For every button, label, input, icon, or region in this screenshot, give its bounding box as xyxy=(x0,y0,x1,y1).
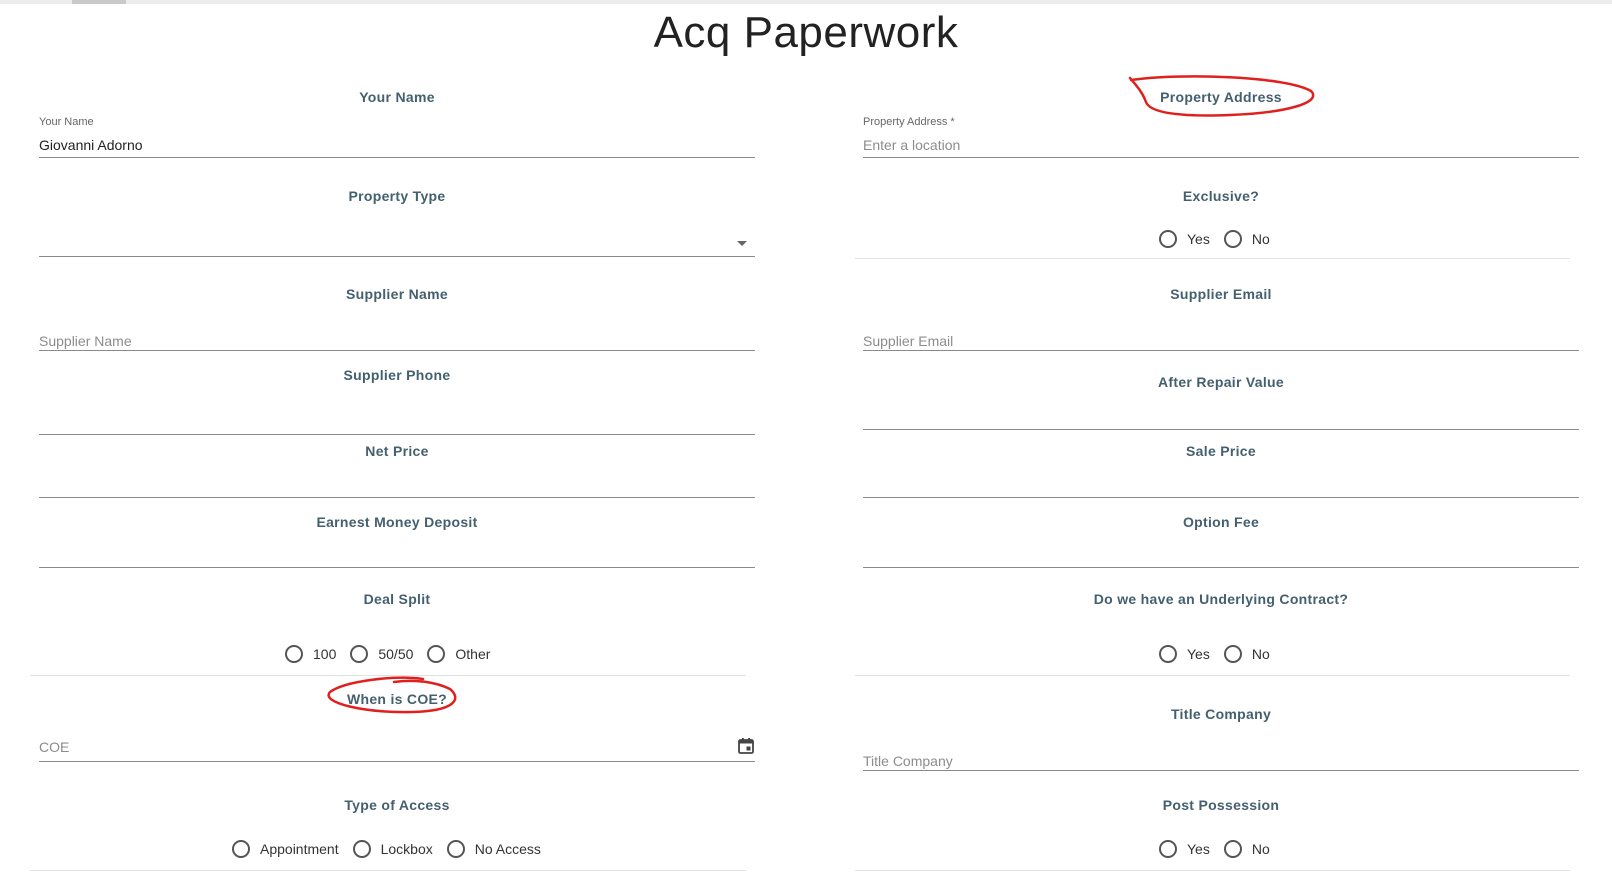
divider xyxy=(855,258,1570,259)
property-type-select[interactable] xyxy=(39,226,755,257)
radio-label: 100 xyxy=(313,646,337,662)
sale-price-input[interactable] xyxy=(863,470,1579,498)
access-option-no-access[interactable]: No Access xyxy=(446,840,541,858)
your-name-float-label: Your Name xyxy=(39,116,94,128)
exclusive-radio-group: Yes No xyxy=(1159,228,1270,250)
divider xyxy=(855,675,1570,676)
exclusive-option-no[interactable]: No xyxy=(1223,230,1270,248)
earnest-money-label: Earnest Money Deposit xyxy=(316,514,478,530)
your-name-label: Your Name xyxy=(359,89,435,105)
radio-circle-icon[interactable] xyxy=(1159,840,1177,858)
deal-split-label: Deal Split xyxy=(363,591,431,607)
supplier-name-placeholder: Supplier Name xyxy=(39,333,132,349)
post-possession-option-yes[interactable]: Yes xyxy=(1159,840,1210,858)
radio-circle-icon[interactable] xyxy=(446,840,465,858)
divider xyxy=(30,675,746,676)
radio-circle-icon[interactable] xyxy=(1159,645,1177,663)
supplier-phone-input[interactable] xyxy=(39,404,755,435)
supplier-email-placeholder: Supplier Email xyxy=(863,333,954,349)
earnest-money-input[interactable] xyxy=(39,540,755,568)
post-possession-radio-group: Yes No xyxy=(1159,838,1270,860)
property-address-float-label: Property Address * xyxy=(863,116,955,128)
after-repair-value-label: After Repair Value xyxy=(1158,374,1284,390)
access-option-lockbox[interactable]: Lockbox xyxy=(352,840,433,858)
supplier-phone-label: Supplier Phone xyxy=(343,367,451,383)
supplier-name-label: Supplier Name xyxy=(346,286,448,302)
coe-placeholder: COE xyxy=(39,739,70,755)
radio-label: Yes xyxy=(1187,841,1210,857)
deal-split-option-100[interactable]: 100 xyxy=(285,645,336,663)
post-possession-option-no[interactable]: No xyxy=(1223,840,1270,858)
radio-label: No Access xyxy=(474,841,541,857)
page-title: Acq Paperwork xyxy=(653,8,959,57)
deal-split-option-50-50[interactable]: 50/50 xyxy=(350,645,413,663)
sale-price-label: Sale Price xyxy=(1186,443,1256,459)
radio-label: Yes xyxy=(1187,646,1210,662)
property-address-label: Property Address xyxy=(1160,89,1282,105)
browser-tab-indicator xyxy=(72,0,126,4)
radio-label: No xyxy=(1251,646,1270,662)
underlying-contract-radio-group: Yes No xyxy=(1159,643,1270,665)
supplier-email-label: Supplier Email xyxy=(1170,286,1272,302)
chevron-down-icon[interactable] xyxy=(737,241,747,246)
supplier-email-input[interactable]: Supplier Email xyxy=(863,328,1579,351)
net-price-input[interactable] xyxy=(39,470,755,498)
radio-label: Other xyxy=(455,646,491,662)
radio-circle-icon[interactable] xyxy=(1159,230,1177,248)
radio-circle-icon[interactable] xyxy=(350,645,369,663)
access-option-appointment[interactable]: Appointment xyxy=(232,840,339,858)
radio-circle-icon[interactable] xyxy=(285,645,303,663)
radio-circle-icon[interactable] xyxy=(352,840,371,858)
underlying-option-yes[interactable]: Yes xyxy=(1159,645,1210,663)
title-company-input[interactable]: Title Company xyxy=(863,748,1579,771)
property-address-input[interactable]: Property Address * Enter a location xyxy=(863,114,1579,158)
after-repair-value-input[interactable] xyxy=(863,402,1579,430)
underlying-option-no[interactable]: No xyxy=(1223,645,1270,663)
browser-top-strip xyxy=(0,0,1612,4)
radio-label: Appointment xyxy=(260,841,339,857)
radio-circle-icon[interactable] xyxy=(1223,645,1242,663)
exclusive-option-yes[interactable]: Yes xyxy=(1159,230,1210,248)
divider xyxy=(30,870,746,871)
calendar-icon[interactable] xyxy=(737,737,755,755)
option-fee-input[interactable] xyxy=(863,540,1579,568)
type-of-access-label: Type of Access xyxy=(344,797,450,813)
coe-label: When is COE? xyxy=(346,691,448,707)
property-address-placeholder: Enter a location xyxy=(863,137,961,153)
title-company-label: Title Company xyxy=(1170,706,1272,722)
radio-label: Lockbox xyxy=(380,841,433,857)
deal-split-radio-group: 100 50/50 Other xyxy=(285,643,490,665)
deal-split-option-other[interactable]: Other xyxy=(427,645,490,663)
radio-label: No xyxy=(1251,231,1270,247)
supplier-name-input[interactable]: Supplier Name xyxy=(39,328,755,351)
property-type-label: Property Type xyxy=(348,188,446,204)
radio-circle-icon[interactable] xyxy=(427,645,446,663)
coe-date-input[interactable]: COE xyxy=(39,732,755,762)
access-radio-group: Appointment Lockbox No Access xyxy=(232,838,541,860)
your-name-field[interactable]: Your Name Giovanni Adorno xyxy=(39,114,755,158)
radio-label: No xyxy=(1251,841,1270,857)
radio-circle-icon[interactable] xyxy=(232,840,250,858)
exclusive-label: Exclusive? xyxy=(1182,188,1260,204)
option-fee-label: Option Fee xyxy=(1182,514,1260,530)
net-price-label: Net Price xyxy=(365,443,429,459)
radio-circle-icon[interactable] xyxy=(1223,840,1242,858)
underlying-contract-label: Do we have an Underlying Contract? xyxy=(1093,591,1349,607)
divider xyxy=(855,870,1570,871)
title-company-placeholder: Title Company xyxy=(863,753,953,769)
radio-label: 50/50 xyxy=(378,646,414,662)
radio-circle-icon[interactable] xyxy=(1223,230,1242,248)
your-name-value[interactable]: Giovanni Adorno xyxy=(39,137,143,153)
radio-label: Yes xyxy=(1187,231,1210,247)
post-possession-label: Post Possession xyxy=(1162,797,1280,813)
